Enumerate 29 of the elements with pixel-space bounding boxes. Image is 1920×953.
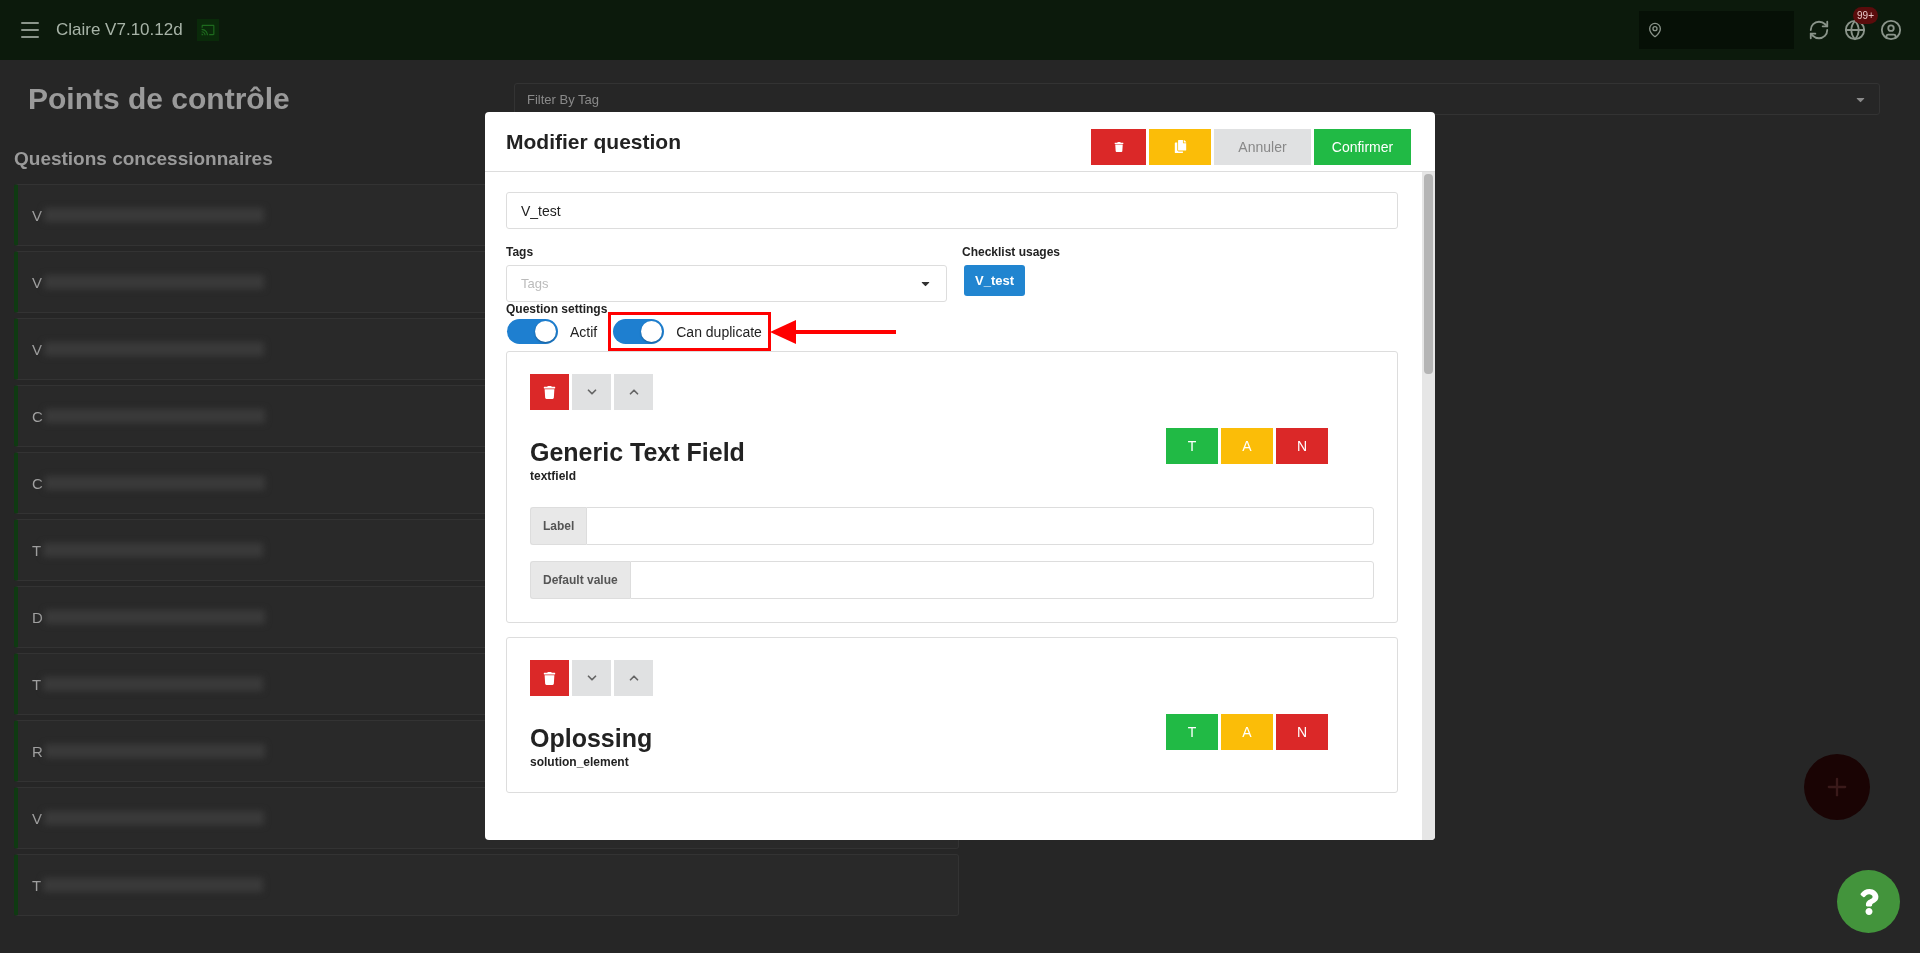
item-label: V (32, 340, 42, 358)
filter-placeholder: Filter By Tag (527, 91, 599, 107)
settings-label: Question settings (506, 302, 609, 316)
item-label: T (32, 876, 42, 894)
item-label: V (32, 273, 42, 291)
app-name: Claire V7.10.12d (56, 20, 183, 40)
field-label: Tags (506, 245, 535, 259)
page-title: Points de contrôle (28, 82, 290, 117)
item-label: D (32, 608, 43, 626)
item-label: C (32, 407, 43, 425)
field-label: Label (530, 507, 587, 545)
notification-badge: 99+ (1853, 7, 1878, 24)
field-label: Checklist usages (962, 245, 1062, 259)
item-label: R (32, 742, 43, 760)
item-label: T (32, 541, 42, 559)
item-label: V (32, 809, 42, 827)
element-title: Generic Text Field (530, 438, 745, 467)
item-label: T (32, 675, 42, 693)
element-title: Oplossing (530, 724, 653, 753)
tags-placeholder: Tags (521, 276, 549, 291)
toggle-label: Can duplicate (676, 323, 762, 340)
item-label: V (32, 206, 42, 224)
field-label: Default value (530, 561, 630, 599)
section-title: Questions concessionnaires (14, 148, 273, 170)
element-type: solution_element (530, 755, 630, 769)
item-label: C (32, 474, 43, 492)
modal-title: Modifier question (506, 129, 681, 154)
toggle-label: Actif (570, 323, 598, 340)
element-type: textfield (530, 469, 577, 483)
